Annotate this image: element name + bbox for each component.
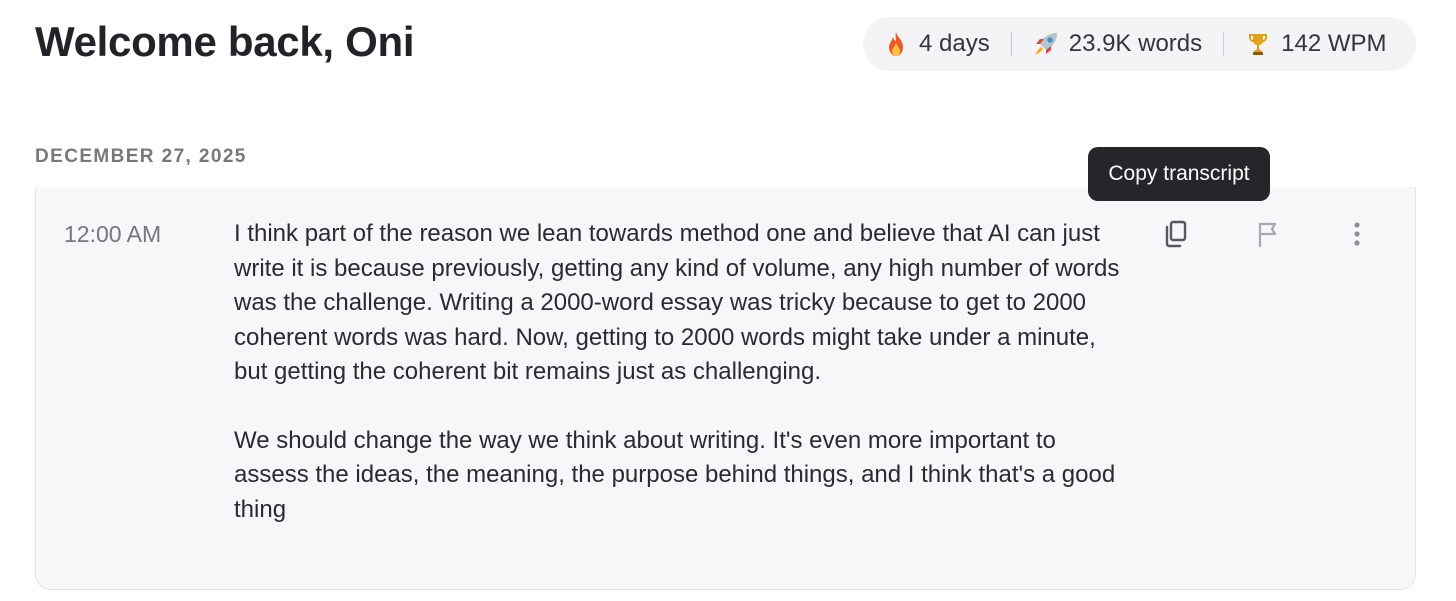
entry-actions <box>1156 217 1376 251</box>
trophy-icon <box>1245 31 1271 57</box>
rocket-icon <box>1033 31 1059 57</box>
transcript-paragraph: We should change the way we think about … <box>234 426 1116 523</box>
stat-speed-value: 142 WPM <box>1281 30 1387 57</box>
more-vertical-icon <box>1354 222 1360 246</box>
transcript-entry: 12:00 AM I think part of the reason we l… <box>35 187 1416 590</box>
stats-pill: 4 days 23.9K words 142 WPM <box>863 17 1416 71</box>
copy-icon <box>1165 220 1187 248</box>
transcript-text: I think part of the reason we lean towar… <box>234 217 1134 561</box>
page: Welcome back, Oni 4 days 23.9K words 142… <box>0 0 1456 601</box>
more-options-button[interactable] <box>1340 217 1374 251</box>
stat-speed: 142 WPM <box>1245 30 1387 58</box>
flag-icon <box>1258 222 1277 248</box>
stat-divider <box>1223 32 1225 56</box>
flag-button[interactable] <box>1251 217 1285 251</box>
stat-words: 23.9K words <box>1033 30 1202 58</box>
stat-divider <box>1010 32 1012 56</box>
entry-time: 12:00 AM <box>64 221 162 247</box>
transcript-paragraph: I think part of the reason we lean towar… <box>234 220 1120 385</box>
date-heading: DECEMBER 27, 2025 <box>35 146 247 167</box>
page-title: Welcome back, Oni <box>35 18 415 65</box>
copy-transcript-tooltip: Copy transcript <box>1088 147 1270 201</box>
stat-words-value: 23.9K words <box>1068 30 1203 57</box>
stat-streak: 4 days <box>883 30 990 58</box>
fire-icon <box>883 31 909 57</box>
stat-streak-value: 4 days <box>919 30 990 57</box>
copy-transcript-button[interactable] <box>1159 217 1193 251</box>
